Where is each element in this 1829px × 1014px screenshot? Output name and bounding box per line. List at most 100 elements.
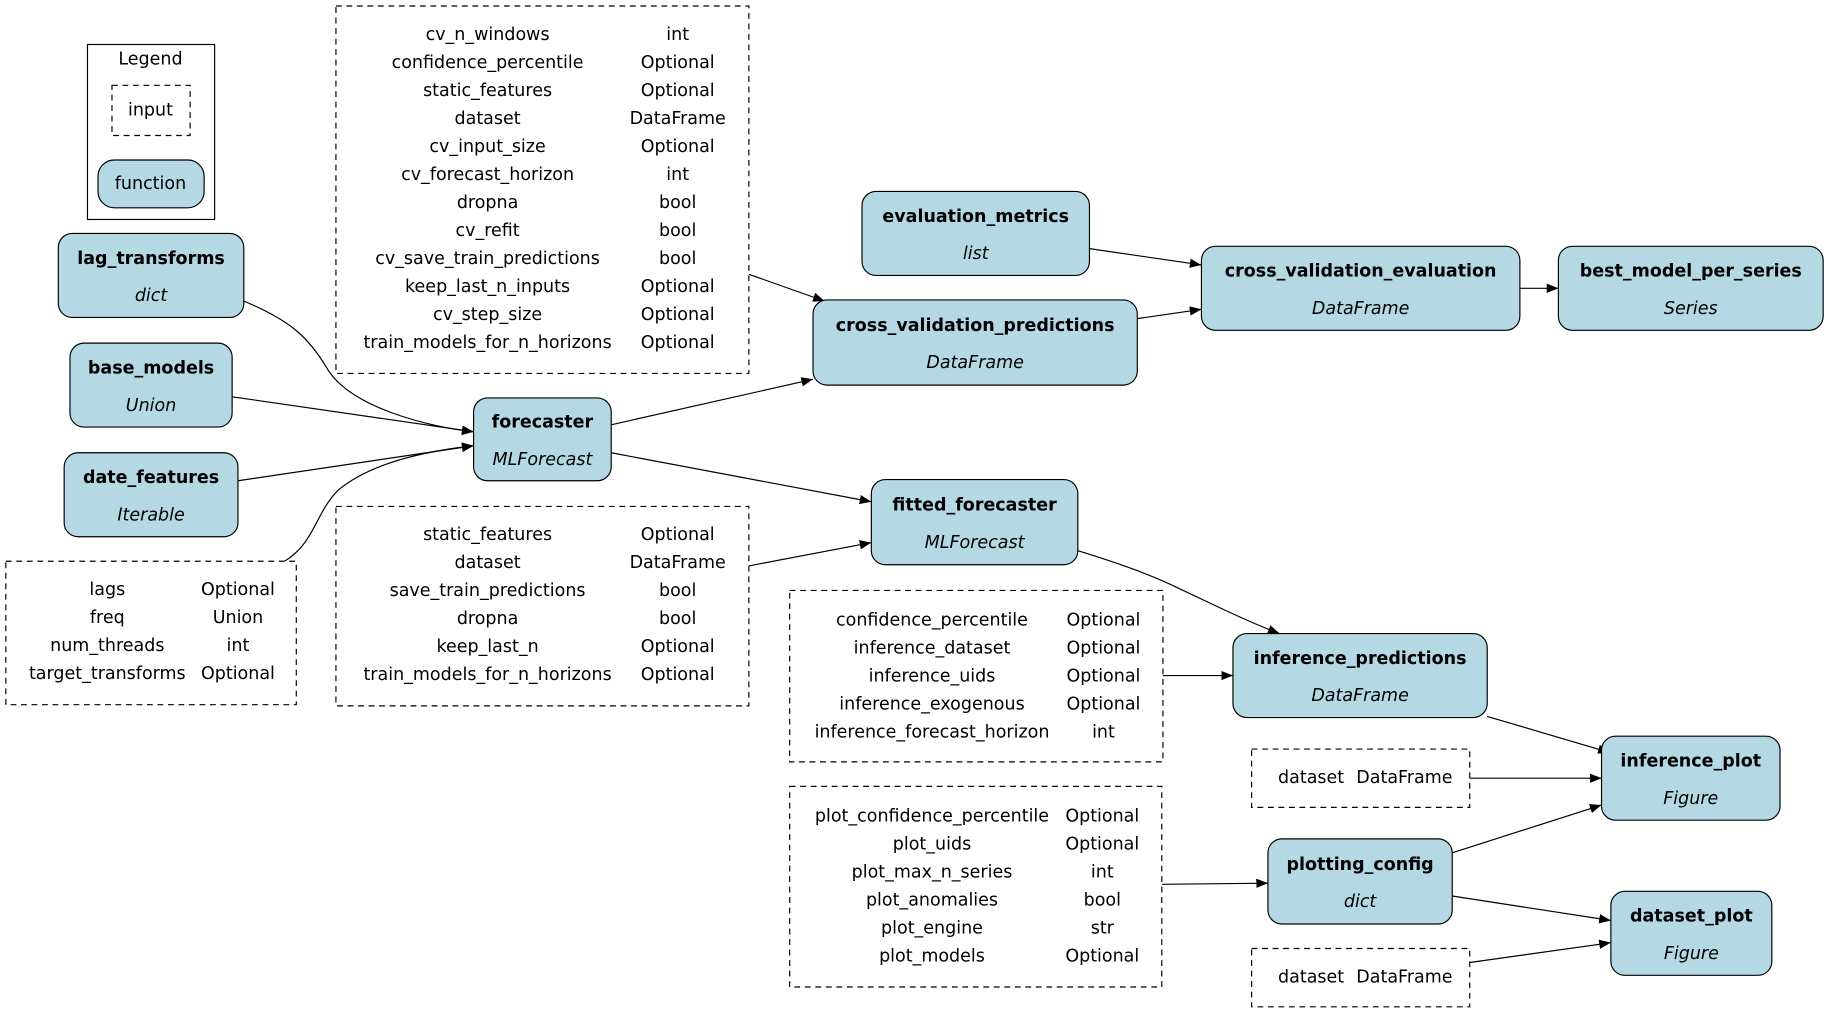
node-name: best_model_per_series bbox=[1580, 262, 1802, 282]
input-name: static_features bbox=[423, 81, 552, 101]
input-type: Optional bbox=[201, 580, 275, 600]
node-cross-validation-evaluation[interactable]: cross_validation_evaluation DataFrame bbox=[1200, 245, 1521, 331]
input-type: DataFrame bbox=[1356, 967, 1452, 987]
node-type: Figure bbox=[1663, 789, 1718, 809]
input-type: Optional bbox=[641, 637, 715, 657]
input-name: train_models_for_n_horizons bbox=[363, 333, 611, 353]
node-forecaster[interactable]: forecaster MLForecast bbox=[472, 397, 612, 482]
input-name: cv_n_windows bbox=[426, 25, 550, 45]
input-name: keep_last_n bbox=[436, 637, 538, 657]
input-name: dataset bbox=[455, 553, 521, 573]
node-type: Series bbox=[1664, 299, 1718, 319]
input-name: cv_step_size bbox=[433, 305, 542, 325]
input-name: dataset bbox=[1278, 967, 1344, 987]
node-name: base_models bbox=[88, 358, 214, 378]
node-type: DataFrame bbox=[926, 353, 1024, 373]
input-type: int bbox=[1092, 722, 1115, 742]
node-inference-predictions[interactable]: inference_predictions DataFrame bbox=[1232, 632, 1488, 719]
edge bbox=[1137, 306, 1202, 320]
input-name: lags bbox=[89, 580, 125, 600]
input-type: Optional bbox=[1065, 946, 1139, 966]
node-type: Figure bbox=[1664, 944, 1719, 964]
legend-function: function bbox=[115, 174, 186, 194]
node-type: list bbox=[963, 244, 990, 264]
inputs-fit: static_features Optional dataset DataFrame s… bbox=[335, 505, 750, 707]
node-name: evaluation_metrics bbox=[882, 207, 1069, 227]
input-type: Optional bbox=[641, 665, 715, 685]
input-name: cv_save_train_predictions bbox=[375, 249, 600, 269]
node-cross-validation-predictions[interactable]: cross_validation_predictions DataFrame bbox=[812, 299, 1138, 386]
input-type: Optional bbox=[641, 81, 715, 101]
input-type: DataFrame bbox=[1356, 768, 1452, 788]
edge bbox=[611, 452, 872, 505]
input-name: plot_uids bbox=[893, 834, 971, 854]
node-name: dataset_plot bbox=[1630, 907, 1753, 927]
input-name: cv_forecast_horizon bbox=[401, 165, 574, 185]
input-name: cv_input_size bbox=[429, 137, 545, 157]
input-name: plot_anomalies bbox=[866, 890, 998, 910]
input-type: int bbox=[1091, 862, 1114, 882]
inputs-plot: plot_confidence_percentile Optional plot_u… bbox=[789, 785, 1163, 988]
node-name: inference_plot bbox=[1620, 752, 1761, 772]
node-best-model-per-series[interactable]: best_model_per_series Series bbox=[1557, 245, 1824, 331]
node-date-features[interactable]: date_features Iterable bbox=[63, 452, 239, 538]
node-base-models[interactable]: base_models Union bbox=[69, 342, 233, 428]
inputs-inference: confidence_percentile Optional inference_d… bbox=[789, 589, 1164, 763]
input-type: bool bbox=[1084, 890, 1121, 910]
input-name: num_threads bbox=[50, 636, 164, 656]
input-type: Optional bbox=[641, 277, 715, 297]
node-type: DataFrame bbox=[1312, 299, 1410, 319]
node-inference-plot[interactable]: inference_plot Figure bbox=[1600, 735, 1781, 821]
edge bbox=[748, 540, 872, 567]
node-fitted-forecaster[interactable]: fitted_forecaster MLForecast bbox=[870, 479, 1079, 566]
node-type: Union bbox=[126, 396, 177, 416]
input-type: Union bbox=[213, 608, 264, 628]
node-name: cross_validation_predictions bbox=[836, 316, 1115, 336]
input-type: Optional bbox=[641, 53, 715, 73]
node-type: MLForecast bbox=[492, 450, 593, 470]
edge bbox=[1089, 248, 1202, 268]
node-name: lag_transforms bbox=[77, 249, 225, 269]
input-name: inference_exogenous bbox=[839, 694, 1024, 714]
edge bbox=[1452, 804, 1602, 854]
input-type: Optional bbox=[641, 305, 715, 325]
input-name: inference_forecast_horizon bbox=[815, 722, 1050, 742]
node-plotting-config[interactable]: plotting_configdict bbox=[1267, 838, 1453, 925]
input-name: dataset bbox=[455, 109, 521, 129]
input-name: confidence_percentile bbox=[836, 610, 1028, 630]
input-type: Optional bbox=[1066, 666, 1140, 686]
input-name: plot_models bbox=[879, 946, 985, 966]
node-evaluation-metrics[interactable]: evaluation_metricslist bbox=[861, 190, 1091, 277]
edge bbox=[1452, 895, 1611, 924]
input-name: target_transforms bbox=[29, 664, 186, 684]
edge bbox=[1469, 939, 1611, 964]
node-dataset-plot[interactable]: dataset_plot Figure bbox=[1610, 890, 1773, 976]
input-type: DataFrame bbox=[630, 553, 726, 573]
input-name: static_features bbox=[423, 525, 552, 545]
input-type: Optional bbox=[1065, 834, 1139, 854]
input-name: inference_uids bbox=[869, 666, 996, 686]
edge bbox=[611, 377, 814, 426]
input-type: bool bbox=[659, 193, 696, 213]
node-name: fitted_forecaster bbox=[892, 495, 1057, 515]
input-name: train_models_for_n_horizons bbox=[363, 665, 611, 685]
input-type: int bbox=[227, 636, 250, 656]
edge bbox=[1487, 715, 1610, 754]
node-lag-transforms[interactable]: lag_transformsdict bbox=[57, 232, 245, 319]
input-name: inference_dataset bbox=[854, 638, 1011, 658]
input-name: plot_engine bbox=[881, 918, 983, 938]
node-name: cross_validation_evaluation bbox=[1225, 262, 1497, 282]
edge bbox=[1161, 878, 1268, 888]
input-type: Optional bbox=[1066, 638, 1140, 658]
node-type: DataFrame bbox=[1311, 686, 1409, 706]
input-type: bool bbox=[659, 221, 696, 241]
input-type: Optional bbox=[641, 137, 715, 157]
input-type: Optional bbox=[201, 664, 275, 684]
input-type: int bbox=[666, 25, 689, 45]
input-type: bool bbox=[659, 609, 696, 629]
input-type: str bbox=[1091, 918, 1115, 938]
inputs-inference-plot-dataset: dataset DataFrame bbox=[1251, 748, 1471, 808]
node-name: forecaster bbox=[492, 413, 594, 433]
legend-title: Legend bbox=[118, 49, 182, 69]
edge bbox=[232, 396, 474, 435]
